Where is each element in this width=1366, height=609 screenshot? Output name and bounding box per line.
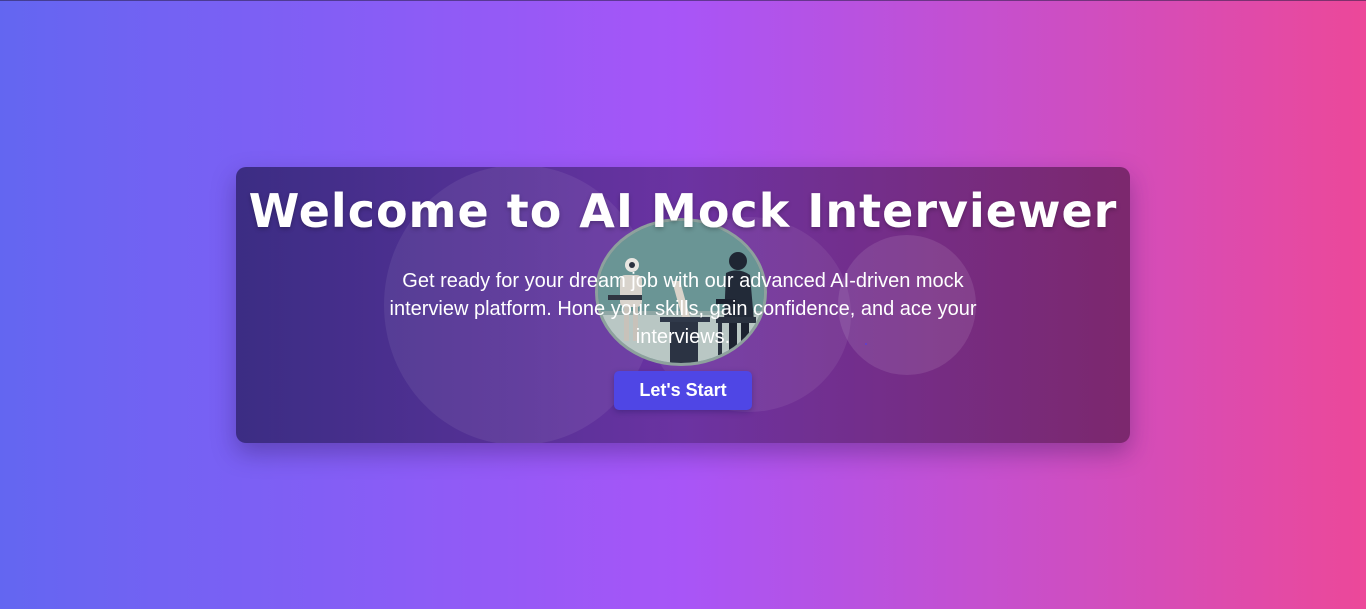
hero-subtitle: Get ready for your dream job with our ad… [389, 270, 977, 348]
top-divider [0, 0, 1366, 1]
hero-title: Welcome to AI Mock Interviewer [248, 184, 1118, 238]
hero-card: Welcome to AI Mock Interviewer Get ready… [236, 167, 1130, 443]
lets-start-button[interactable]: Let's Start [614, 371, 752, 410]
